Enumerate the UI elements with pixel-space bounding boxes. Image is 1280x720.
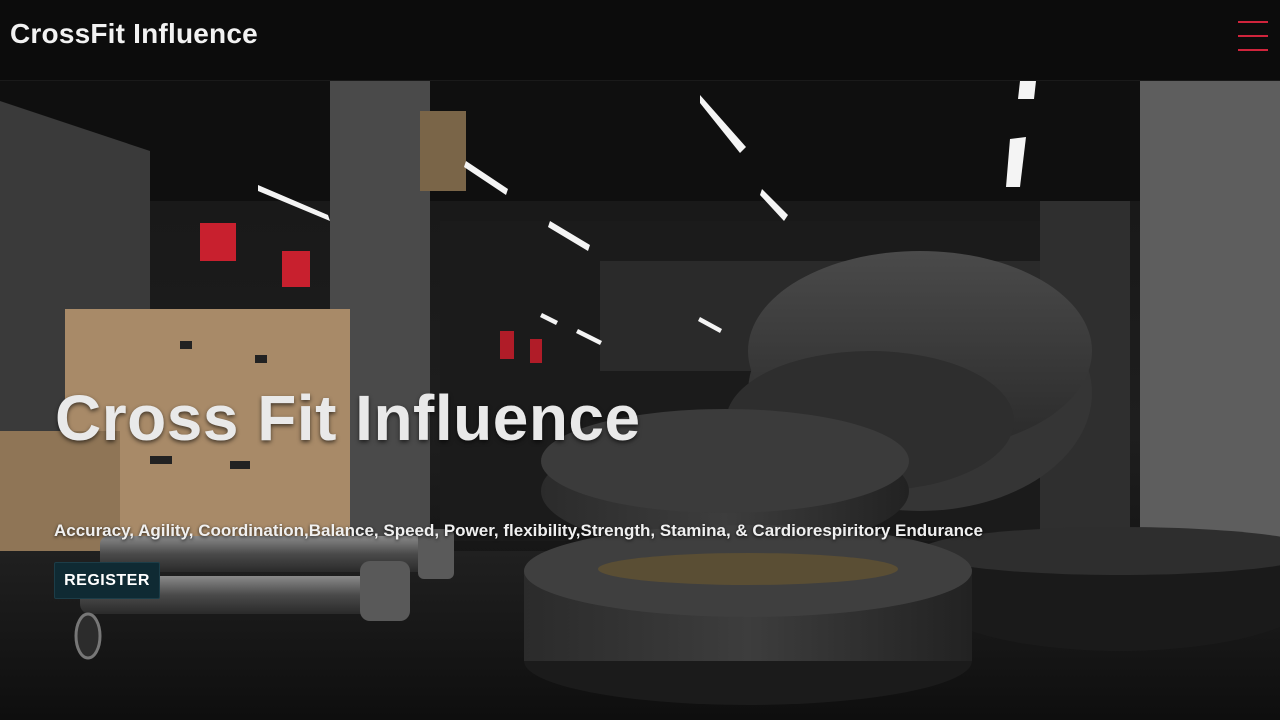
hero-subtitle: Accuracy, Agility, Coordination,Balance,…	[54, 521, 983, 540]
register-button[interactable]: REGISTER	[54, 562, 160, 599]
hamburger-menu-icon[interactable]	[1238, 21, 1270, 53]
hero-title: Cross Fit Influence	[55, 382, 641, 454]
hero-section: Cross Fit Influence Accuracy, Agility, C…	[0, 81, 1280, 720]
top-navigation-bar: CrossFit Influence	[0, 0, 1280, 81]
site-brand[interactable]: CrossFit Influence	[10, 18, 258, 50]
